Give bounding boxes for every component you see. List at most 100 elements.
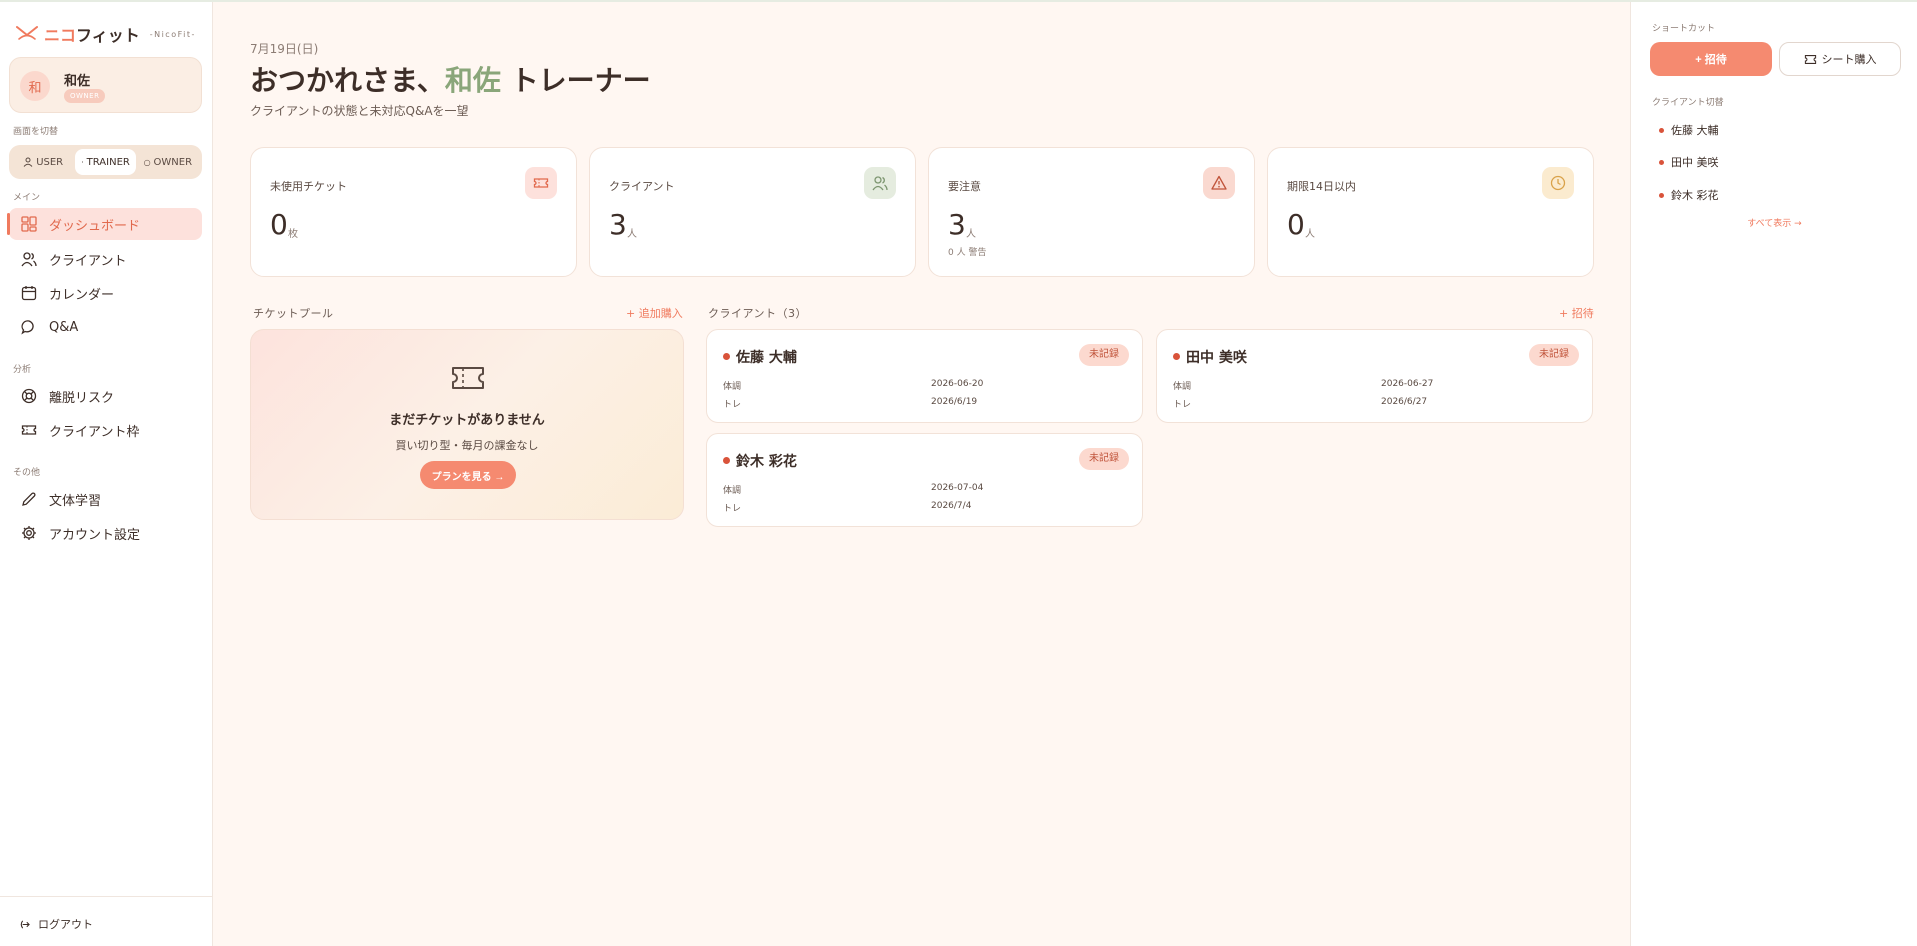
nav-style-learning[interactable]: 文体学習 — [9, 483, 202, 515]
client-switch-item[interactable]: 鈴木 彩花 — [1659, 187, 1719, 203]
stat-value: 0 — [270, 208, 288, 241]
logout-label: ログアウト — [38, 918, 93, 931]
client-card[interactable]: 田中 美咲 未記録 体調 2026-06-27 トレ 2026/6/27 — [1156, 329, 1593, 423]
condition-label: 体調 — [723, 486, 742, 496]
training-date: 2026/6/27 — [1381, 397, 1428, 407]
condition-date: 2026-06-20 — [931, 379, 984, 389]
page-title: おつかれさま、和佐 トレーナー — [250, 64, 651, 97]
nav-churn-risk[interactable]: 離脱リスク — [9, 380, 202, 412]
analysis-section-label: 分析 — [13, 365, 32, 375]
condition-label: 体調 — [1173, 382, 1192, 392]
dashboard-icon — [21, 216, 37, 232]
ticket-icon — [1804, 54, 1816, 64]
chat-bubble-icon — [21, 320, 34, 335]
view-plans-button[interactable]: プランを見る → — [420, 461, 516, 489]
role-owner[interactable]: ○ OWNER — [138, 149, 198, 175]
stat-unit: 人 — [966, 229, 976, 240]
training-date: 2026/6/19 — [931, 397, 978, 407]
role-switcher: USER · TRAINER ○ OWNER — [9, 145, 202, 179]
other-section-label: その他 — [13, 468, 41, 478]
ticket-pool-title: チケットプール — [253, 307, 334, 320]
invite-link[interactable]: + 招待 — [1559, 305, 1594, 321]
status-dot — [723, 457, 730, 464]
client-name: 佐藤 大輔 — [736, 350, 797, 366]
empty-subtitle: 買い切り型・毎月の課金なし — [395, 439, 539, 452]
status-dot — [723, 353, 730, 360]
role-user[interactable]: USER — [13, 149, 73, 175]
dot-icon: · — [81, 157, 84, 167]
status-dot — [1173, 353, 1180, 360]
nav-clients[interactable]: クライアント — [9, 243, 202, 275]
empty-title: まだチケットがありません — [389, 413, 545, 428]
client-name: 田中 美咲 — [1186, 350, 1247, 366]
role-trainer[interactable]: · TRAINER — [75, 149, 136, 175]
status-badge: 未記録 — [1079, 344, 1129, 366]
brand-name: ニコフィット — [44, 26, 140, 45]
pen-icon — [22, 492, 36, 506]
nav-label: 文体学習 — [49, 493, 102, 509]
switch-label: 画面を切替 — [13, 127, 59, 137]
training-label: トレ — [723, 504, 742, 514]
user-icon — [23, 157, 33, 167]
client-card[interactable]: 佐藤 大輔 未記録 体調 2026-06-20 トレ 2026/6/19 — [706, 329, 1143, 423]
nav-dashboard[interactable]: ダッシュボード — [7, 208, 202, 240]
nav-label: クライアント — [49, 253, 127, 269]
nav-label: クライアント枠 — [49, 424, 140, 440]
sidebar: ニコフィット -NicoFit- 和 和佐 OWNER 画面を切替 USER ·… — [0, 2, 213, 946]
user-card[interactable]: 和 和佐 OWNER — [9, 57, 202, 113]
right-panel: ショートカット + 招待 シート購入 クライアント切替 佐藤 大輔 田中 美咲 … — [1630, 2, 1917, 946]
nav-qa[interactable]: Q&A — [9, 311, 202, 343]
nav-account-settings[interactable]: アカウント設定 — [9, 517, 202, 549]
condition-date: 2026-06-27 — [1381, 379, 1434, 389]
nav-label: ダッシュボード — [49, 218, 141, 234]
brand-logo[interactable]: ニコフィット -NicoFit- — [16, 22, 196, 46]
stat-note: 0 人 警告 — [948, 248, 987, 258]
main-section-label: メイン — [13, 193, 41, 203]
calendar-icon — [21, 286, 37, 301]
buy-seat-button[interactable]: シート購入 — [1779, 42, 1901, 76]
logo-icon — [16, 24, 38, 45]
role-badge: OWNER — [64, 89, 106, 103]
client-card[interactable]: 鈴木 彩花 未記録 体調 2026-07-04 トレ 2026/7/4 — [706, 433, 1143, 527]
ticket-icon — [21, 425, 37, 435]
invite-button[interactable]: + 招待 — [1650, 42, 1772, 76]
users-icon — [864, 167, 896, 199]
stat-attention[interactable]: 要注意 3 人 0 人 警告 — [928, 147, 1255, 277]
lifebuoy-icon — [21, 388, 37, 404]
nav-label: Q&A — [49, 319, 79, 335]
show-all-link[interactable]: すべて表示 → — [1631, 216, 1917, 229]
client-switch-item[interactable]: 田中 美咲 — [1659, 154, 1719, 170]
logout-button[interactable]: ログアウト — [0, 896, 213, 932]
gear-icon — [22, 526, 36, 540]
client-name: 鈴木 彩花 — [736, 454, 797, 470]
warning-icon — [1203, 167, 1235, 199]
stat-value: 3 — [948, 208, 966, 241]
stat-expiring[interactable]: 期限14日以内 0 人 — [1267, 147, 1594, 277]
main-content: 7月19日(日) おつかれさま、和佐 トレーナー クライアントの状態と未対応Q&… — [214, 2, 1630, 946]
logout-icon — [20, 920, 30, 928]
nav-label: カレンダー — [49, 287, 115, 303]
status-badge: 未記録 — [1079, 448, 1129, 470]
shortcut-label: ショートカット — [1652, 24, 1716, 34]
stat-unused-tickets[interactable]: 未使用チケット 0 枚 — [250, 147, 577, 277]
status-dot — [1659, 159, 1664, 165]
status-dot — [1659, 192, 1664, 198]
avatar: 和 — [20, 71, 50, 101]
client-switch-label: クライアント切替 — [1652, 98, 1724, 108]
add-purchase-link[interactable]: + 追加購入 — [626, 305, 683, 321]
nav-label: アカウント設定 — [49, 527, 141, 543]
stat-unit: 枚 — [288, 229, 298, 240]
client-switch-item[interactable]: 佐藤 大輔 — [1659, 122, 1719, 138]
status-badge: 未記録 — [1529, 344, 1579, 366]
current-date: 7月19日(日) — [250, 42, 319, 56]
stat-unit: 人 — [1305, 229, 1315, 240]
nav-calendar[interactable]: カレンダー — [9, 277, 202, 309]
stat-clients[interactable]: クライアント 3 人 — [589, 147, 916, 277]
brand-subtitle: -NicoFit- — [149, 29, 196, 39]
nav-client-slots[interactable]: クライアント枠 — [9, 414, 202, 446]
page-subtitle: クライアントの状態と未対応Q&Aを一望 — [250, 104, 469, 118]
training-label: トレ — [723, 400, 742, 410]
ticket-icon — [451, 364, 485, 395]
stat-value: 0 — [1287, 208, 1305, 241]
condition-date: 2026-07-04 — [931, 483, 984, 493]
